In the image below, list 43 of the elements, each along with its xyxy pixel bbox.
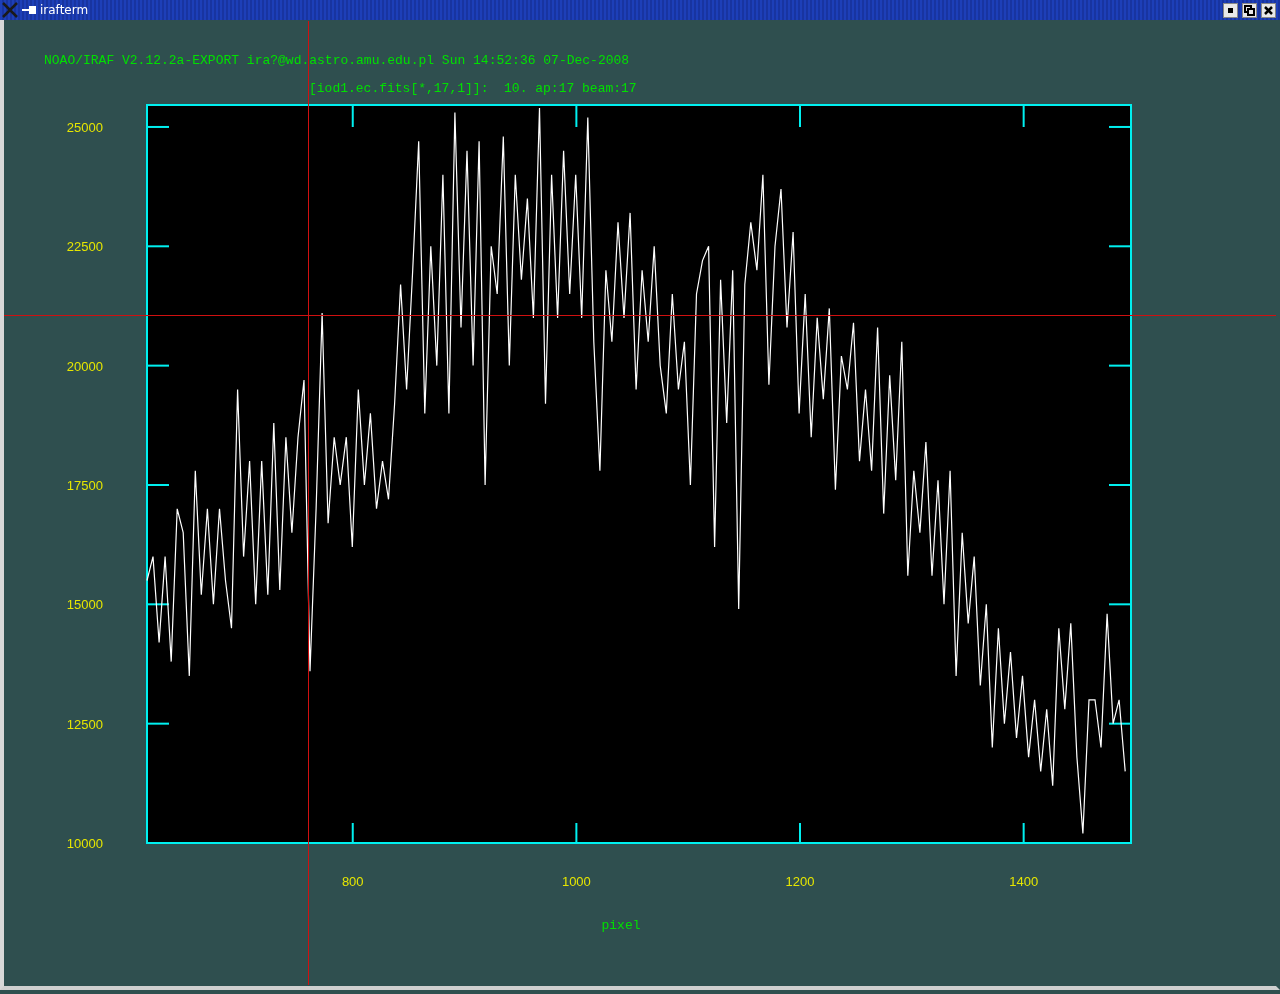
tick-mark [351,104,354,128]
tick-mark [1108,603,1132,606]
tick-label: 17500 [66,478,103,493]
minimize-icon [1227,6,1234,14]
tick-mark [1108,125,1132,128]
tick-mark [1108,842,1132,844]
tick-mark [146,484,170,486]
axis-label: pixel [601,918,641,933]
tick-label: 25000 [66,119,103,135]
tick-label: 20000 [66,358,103,374]
tick-label: 800 [341,874,364,889]
tick-label: 15000 [66,597,103,613]
tick-mark [146,603,170,606]
pin-icon[interactable] [22,5,36,15]
window-title: irafterm [40,2,89,19]
tick-mark [799,822,801,844]
tick-mark [1022,104,1025,128]
tick-label: 22500 [66,239,103,255]
plot-title: [iod1.ec.fits[*,17,1]]: 10. ap:17 beam:17 [309,81,637,96]
tick-mark [1108,364,1132,367]
tick-mark [575,104,578,128]
tick-mark [146,842,170,844]
tick-mark [1108,245,1132,248]
tick-mark [351,822,354,844]
tick-mark [799,104,801,128]
tick-mark [1108,484,1132,486]
tick-mark [146,722,170,725]
tick-mark [146,245,170,248]
tick-mark [146,125,170,128]
minimize-button[interactable] [1223,2,1238,18]
tick-label: 1200 [785,874,815,889]
close-icon [1264,5,1273,15]
tick-label: 1000 [561,874,591,889]
tick-mark [1022,822,1025,844]
tick-mark [575,822,578,844]
tick-label: 10000 [66,836,103,851]
tick-mark [1108,722,1132,725]
tick-mark [146,364,170,367]
tick-label: 1400 [1009,874,1039,889]
maximize-icon [1244,4,1255,16]
tick-label: 12500 [66,716,103,732]
close-button[interactable] [1261,2,1276,18]
maximize-button[interactable] [1242,2,1257,18]
